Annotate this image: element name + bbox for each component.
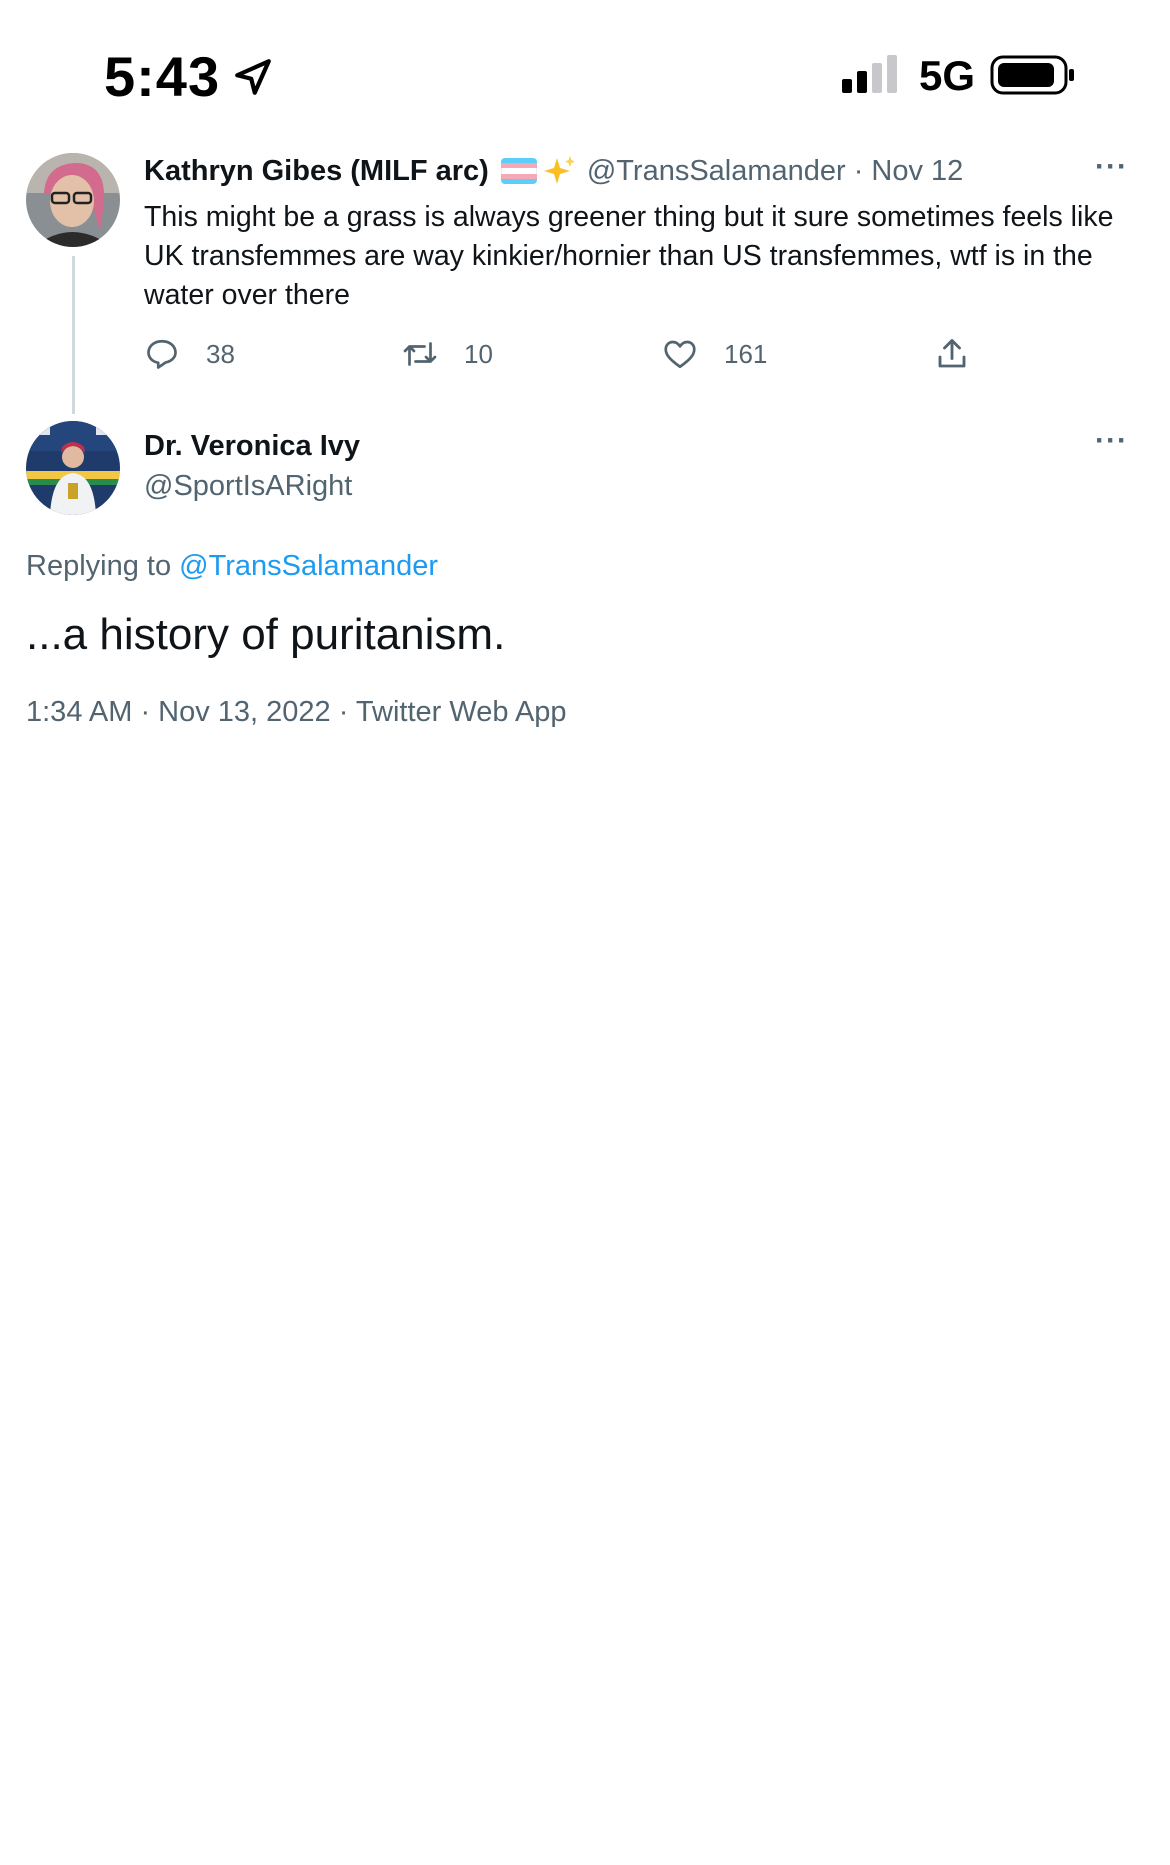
avatar-veronica[interactable] (26, 421, 120, 515)
status-time: 5:43 (104, 44, 274, 109)
header-separator: · (853, 154, 864, 187)
main-more-button[interactable]: ··· (1095, 424, 1128, 458)
battery-icon (990, 55, 1074, 95)
parent-author-name[interactable]: Kathryn Gibes (MILF arc) (144, 155, 489, 188)
thread-line (72, 256, 75, 414)
reply-button[interactable]: 38 (144, 336, 235, 372)
parent-more-button[interactable]: ··· (1095, 150, 1128, 184)
share-icon (938, 339, 966, 368)
parent-tweet-text: This might be a grass is always greener … (144, 201, 1114, 311)
retweet-count: 10 (464, 338, 493, 369)
replying-handle-link[interactable]: @TransSalamander (179, 550, 438, 582)
replying-to: Replying to @TransSalamander (26, 550, 438, 583)
main-author-name[interactable]: Dr. Veronica Ivy (144, 430, 360, 463)
replying-prefix: Replying to (26, 550, 172, 582)
avatar-kathryn[interactable] (26, 153, 120, 247)
share-button[interactable] (934, 336, 970, 372)
retweet-button[interactable]: 10 (402, 336, 493, 372)
retweet-icon (403, 342, 437, 366)
parent-tweet-header: Kathryn Gibes (MILF arc) @TransSalamande… (144, 154, 963, 188)
sparkles-icon (543, 156, 575, 184)
reply-count: 38 (206, 338, 235, 369)
reply-icon (147, 339, 177, 369)
like-count: 161 (724, 338, 768, 369)
avatar-image (26, 153, 120, 247)
parent-tweet-date[interactable]: Nov 12 (871, 155, 963, 188)
tweet-meta: 1:34 AM · Nov 13, 2022 · Twitter Web App (26, 696, 567, 728)
location-arrow-icon (235, 58, 271, 95)
status-bar: 5:43 5G (0, 0, 1170, 140)
like-button[interactable]: 161 (662, 336, 767, 372)
transgender-flag-icon (500, 158, 537, 184)
main-tweet-text: ...a history of puritanism. (26, 610, 506, 659)
parent-author-handle[interactable]: @TransSalamander (587, 155, 846, 188)
cellular-signal-icon (842, 55, 897, 93)
status-time-text: 5:43 (104, 45, 221, 108)
heart-icon (664, 340, 696, 369)
parent-tweet-actions: 38 10 161 (144, 336, 994, 380)
network-type: 5G (919, 52, 976, 99)
avatar-image (26, 421, 120, 515)
main-author-handle[interactable]: @SportIsARight (144, 470, 352, 503)
